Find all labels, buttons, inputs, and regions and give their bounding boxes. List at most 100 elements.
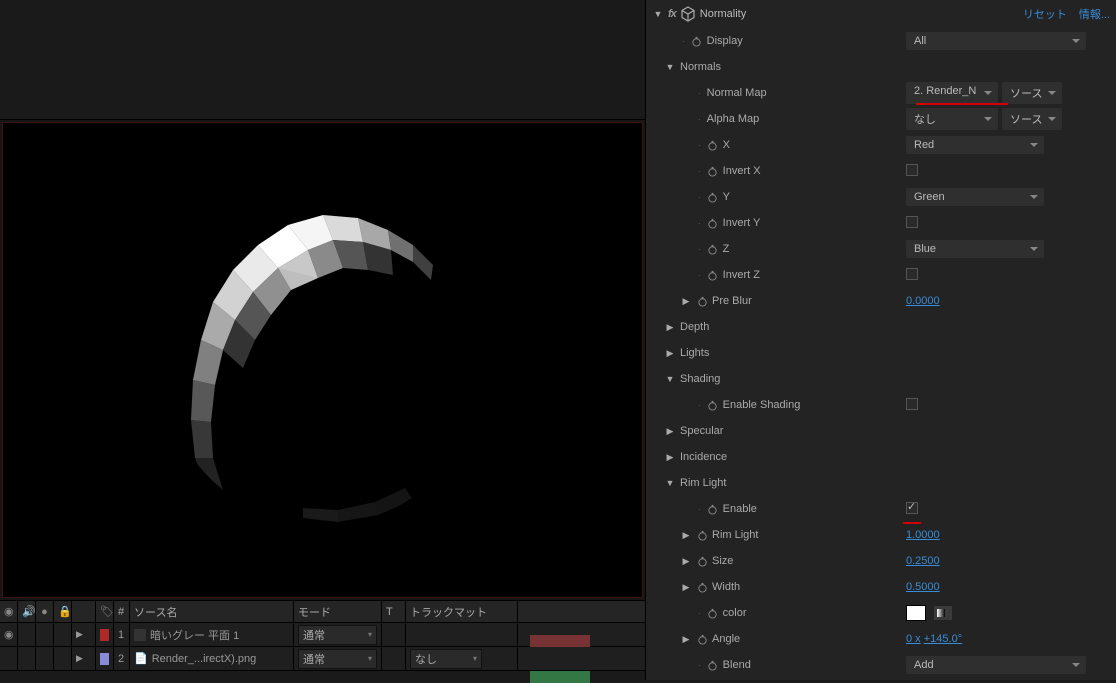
col-track-matte[interactable]: トラックマット <box>406 601 518 622</box>
invert-x-checkbox[interactable] <box>906 164 918 176</box>
enable-shading-checkbox[interactable] <box>906 398 918 410</box>
alpha-map-dropdown[interactable]: なし <box>906 108 998 130</box>
layer-name[interactable]: Render_...irectX).png <box>152 653 257 665</box>
layer-row[interactable]: ▶ 2 📄Render_...irectX).png 通常▾ なし▾ <box>0 647 645 671</box>
layer-row[interactable]: ◉ ▶ 1 暗いグレー 平面 1 通常▾ <box>0 623 645 647</box>
twirl-icon[interactable]: ▼ <box>662 62 678 72</box>
reset-link[interactable]: リセット <box>1023 6 1067 22</box>
col-visibility[interactable]: ◉ <box>0 601 18 622</box>
rim-enable-checkbox[interactable] <box>906 502 918 514</box>
col-t[interactable]: T <box>382 601 406 622</box>
invert-y-checkbox[interactable] <box>906 216 918 228</box>
col-source-name[interactable]: ソース名 <box>130 601 294 622</box>
z-dropdown[interactable]: Blue <box>906 240 1044 258</box>
timeline-panel: ◉ 🔊 ● 🔒 🏷 # ソース名 モード T トラックマット ◉ <box>0 600 645 680</box>
stopwatch-icon[interactable] <box>689 34 705 48</box>
normal-map-source-dropdown[interactable]: ソース <box>1002 82 1062 104</box>
stopwatch-icon[interactable] <box>705 216 721 230</box>
layer-name[interactable]: 暗いグレー 平面 1 <box>150 627 239 643</box>
twirl-icon[interactable]: ▶ <box>76 653 83 664</box>
stopwatch-icon[interactable] <box>694 528 710 542</box>
twirl-icon[interactable]: ▶ <box>662 322 678 333</box>
prop-rim-enable: · Enable <box>646 496 1116 522</box>
twirl-icon[interactable]: ▶ <box>662 452 678 463</box>
prop-rim-width: ▶ Width 0.5000 <box>646 574 1116 600</box>
group-shading[interactable]: ▼ Shading <box>646 366 1116 392</box>
label-swatch[interactable] <box>100 629 109 641</box>
stopwatch-icon[interactable] <box>705 164 721 178</box>
stopwatch-icon[interactable] <box>694 294 710 308</box>
mode-dropdown[interactable]: 通常▾ <box>298 625 377 645</box>
col-mode[interactable]: モード <box>294 601 382 622</box>
highlight-underline <box>903 522 921 524</box>
stopwatch-icon[interactable] <box>705 502 721 516</box>
stopwatch-icon[interactable] <box>705 606 721 620</box>
eyedropper-icon[interactable] <box>933 605 953 621</box>
rim-angle-deg[interactable]: +145.0° <box>924 633 962 645</box>
alpha-map-source-dropdown[interactable]: ソース <box>1002 108 1062 130</box>
group-normals[interactable]: ▼ Normals <box>646 54 1116 80</box>
twirl-icon[interactable]: ▼ <box>652 9 664 19</box>
twirl-icon[interactable]: ▶ <box>662 348 678 359</box>
invert-z-checkbox[interactable] <box>906 268 918 280</box>
prop-label: Y <box>721 191 906 203</box>
twirl-icon[interactable]: ▶ <box>678 530 694 541</box>
visibility-icon[interactable]: ◉ <box>4 628 14 641</box>
col-audio[interactable]: 🔊 <box>18 601 36 622</box>
rim-color-swatch[interactable] <box>906 605 926 621</box>
stopwatch-icon[interactable] <box>705 138 721 152</box>
group-rim-light[interactable]: ▼ Rim Light <box>646 470 1116 496</box>
group-depth[interactable]: ▶ Depth <box>646 314 1116 340</box>
stopwatch-icon[interactable] <box>705 190 721 204</box>
stopwatch-icon[interactable] <box>705 398 721 412</box>
prop-label: Rim Light <box>710 529 906 541</box>
rim-light-value[interactable]: 1.0000 <box>906 529 940 541</box>
group-label: Incidence <box>678 451 727 463</box>
stopwatch-icon[interactable] <box>694 632 710 646</box>
stopwatch-icon[interactable] <box>694 580 710 594</box>
twirl-icon[interactable]: ▶ <box>678 634 694 645</box>
rendered-sphere <box>153 190 493 530</box>
prop-x: · X Red <box>646 132 1116 158</box>
pre-blur-value[interactable]: 0.0000 <box>906 295 940 307</box>
effect-name[interactable]: Normality <box>700 8 1011 20</box>
stopwatch-icon[interactable] <box>705 658 721 672</box>
col-solo[interactable]: ● <box>36 601 54 622</box>
stopwatch-icon[interactable] <box>705 242 721 256</box>
col-lock[interactable]: 🔒 <box>54 601 72 622</box>
prop-z: · Z Blue <box>646 236 1116 262</box>
prop-label: Enable <box>721 503 906 515</box>
twirl-icon[interactable]: ▶ <box>662 426 678 437</box>
twirl-icon[interactable]: ▼ <box>662 374 678 384</box>
file-icon: 📄 <box>134 652 148 665</box>
twirl-icon[interactable]: ▶ <box>678 582 694 593</box>
rim-width-value[interactable]: 0.5000 <box>906 581 940 593</box>
composition-viewport[interactable] <box>2 122 643 598</box>
twirl-icon[interactable]: ▶ <box>76 629 83 640</box>
rim-angle-rev[interactable]: 0 x <box>906 633 921 645</box>
display-dropdown[interactable]: All <box>906 32 1086 50</box>
x-dropdown[interactable]: Red <box>906 136 1044 154</box>
twirl-icon[interactable]: ▼ <box>662 478 678 488</box>
stopwatch-icon[interactable] <box>705 268 721 282</box>
col-label[interactable]: 🏷 <box>96 601 114 622</box>
group-lights[interactable]: ▶ Lights <box>646 340 1116 366</box>
stopwatch-icon[interactable] <box>694 554 710 568</box>
matte-dropdown[interactable]: なし▾ <box>410 649 482 669</box>
prop-label: Blend <box>721 659 906 671</box>
mode-dropdown[interactable]: 通常▾ <box>298 649 377 669</box>
y-dropdown[interactable]: Green <box>906 188 1044 206</box>
info-link[interactable]: 情報... <box>1079 6 1110 22</box>
fx-icon[interactable]: fx <box>668 8 676 20</box>
twirl-icon[interactable]: ▶ <box>678 556 694 567</box>
col-number[interactable]: # <box>114 601 130 622</box>
group-label: Normals <box>678 61 721 73</box>
rim-blend-dropdown[interactable]: Add <box>906 656 1086 674</box>
twirl-icon[interactable]: ▶ <box>678 296 694 307</box>
normal-map-dropdown[interactable]: 2. Render_N <box>906 82 998 104</box>
rim-size-value[interactable]: 0.2500 <box>906 555 940 567</box>
prop-invert-x: · Invert X <box>646 158 1116 184</box>
group-incidence[interactable]: ▶ Incidence <box>646 444 1116 470</box>
group-specular[interactable]: ▶ Specular <box>646 418 1116 444</box>
label-swatch[interactable] <box>100 653 109 665</box>
